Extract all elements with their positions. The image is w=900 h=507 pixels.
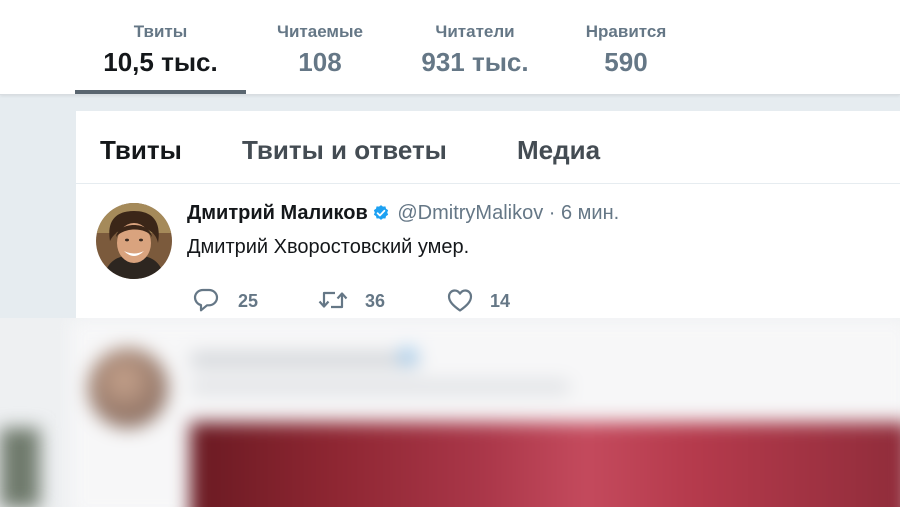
tweet-header: Дмитрий Маликов @DmitryMalikov · 6 мин. <box>187 202 619 228</box>
stat-followers-label: Читатели <box>435 22 515 41</box>
stat-following[interactable]: Читаемые 108 <box>255 0 385 94</box>
retweet-icon <box>318 291 348 309</box>
reply-count: 25 <box>238 291 259 311</box>
tweet-text: Дмитрий Хворостовский умер. <box>187 236 470 258</box>
tab-media[interactable]: Медиа <box>517 135 600 166</box>
avatar[interactable] <box>96 203 172 279</box>
tweet-timestamp[interactable]: 6 мин. <box>561 202 619 224</box>
timeline-tabs: Твиты Твиты и ответы Медиа <box>76 111 900 184</box>
stat-tweets-label: Твиты <box>133 22 188 41</box>
stat-tweets-value: 10,5 тыс. <box>103 47 218 77</box>
stat-followers-value: 931 тыс. <box>421 47 529 77</box>
stat-likes-label: Нравится <box>585 22 667 41</box>
verified-badge-icon <box>372 204 390 228</box>
stat-followers[interactable]: Читатели 931 тыс. <box>405 0 545 94</box>
tweet[interactable]: Дмитрий Маликов @DmitryMalikov · 6 мин. … <box>76 185 900 325</box>
meta-separator: · <box>548 202 556 224</box>
blurred-next-tweet <box>0 318 900 507</box>
stat-likes[interactable]: Нравится 590 <box>565 0 687 94</box>
stat-tweets[interactable]: Твиты 10,5 тыс. <box>75 0 246 94</box>
stat-following-label: Читаемые <box>277 22 363 41</box>
author-name[interactable]: Дмитрий Маликов <box>187 202 368 224</box>
stat-likes-value: 590 <box>604 47 648 77</box>
retweet-count: 36 <box>365 291 386 311</box>
avatar-portrait-image <box>96 203 172 279</box>
like-icon <box>447 289 473 312</box>
author-handle[interactable]: @DmitryMalikov <box>397 202 543 224</box>
like-count: 14 <box>490 291 511 311</box>
tab-tweets[interactable]: Твиты <box>100 135 182 166</box>
tab-tweets-and-replies[interactable]: Твиты и ответы <box>242 135 447 166</box>
reply-icon <box>193 288 219 312</box>
profile-stats-nav: Твиты 10,5 тыс. Читаемые 108 Читатели 93… <box>0 0 900 95</box>
stat-following-value: 108 <box>298 47 342 77</box>
